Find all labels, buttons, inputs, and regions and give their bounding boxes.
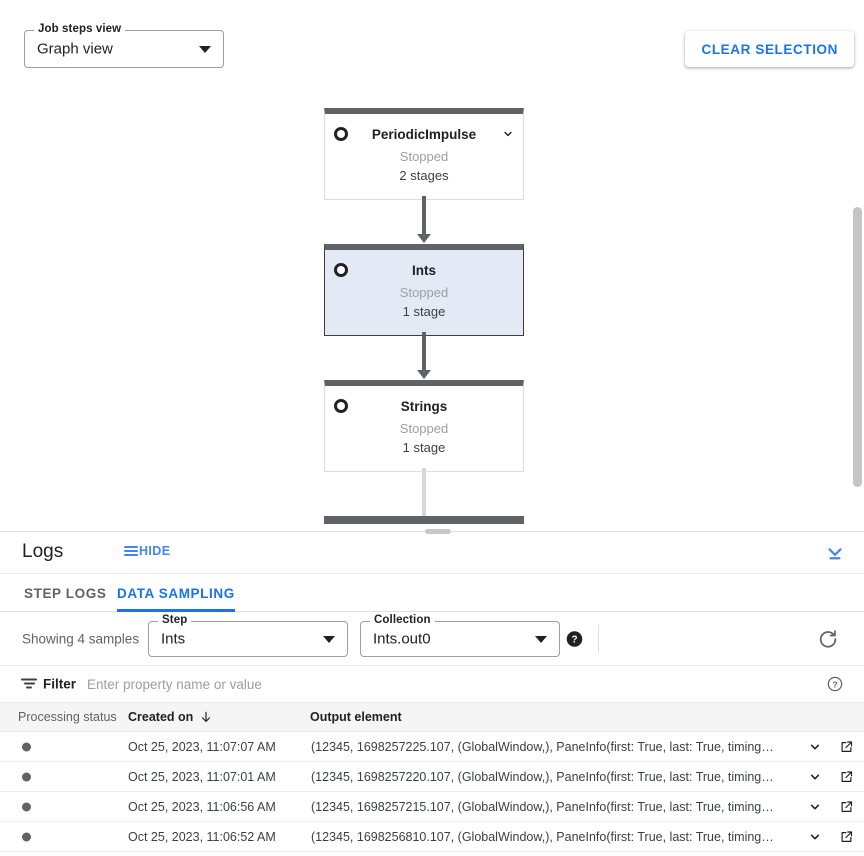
- graph-edge-3: [422, 468, 426, 516]
- table-row[interactable]: Oct 25, 2023, 11:06:52 AM (12345, 169825…: [0, 822, 864, 852]
- refresh-icon[interactable]: [817, 628, 839, 650]
- chevron-down-icon[interactable]: [807, 829, 823, 845]
- cell-created-on: Oct 25, 2023, 11:06:56 AM: [128, 800, 276, 814]
- open-in-new-icon[interactable]: [839, 799, 854, 814]
- arrow-down-icon: [199, 710, 213, 724]
- cell-output-element: (12345, 1698257220.107, (GlobalWindow,),…: [311, 770, 774, 784]
- logs-panel: Logs HIDE STEP LOGS DATA SAMPLING Showin…: [0, 532, 864, 856]
- job-steps-view-select[interactable]: Job steps view Graph view: [24, 30, 224, 68]
- open-in-new-icon[interactable]: [839, 769, 854, 784]
- graph-node-periodicimpulse[interactable]: PeriodicImpulse Stopped 2 stages: [324, 108, 524, 200]
- filter-row: Filter ?: [0, 666, 864, 703]
- cell-created-on: Oct 25, 2023, 11:06:52 AM: [128, 830, 276, 844]
- collection-select-value: Ints.out0: [373, 631, 431, 648]
- stop-circle-icon: [334, 263, 348, 277]
- chevron-down-icon[interactable]: [807, 799, 823, 815]
- logs-tabs: STEP LOGS DATA SAMPLING: [0, 574, 864, 612]
- samples-table-body: Oct 25, 2023, 11:07:07 AM (12345, 169825…: [0, 732, 864, 852]
- controls-separator: [598, 625, 599, 653]
- help-icon[interactable]: ?: [566, 630, 583, 647]
- status-dot: [22, 832, 31, 841]
- open-in-new-icon[interactable]: [839, 739, 854, 754]
- graph-vertical-scrollbar[interactable]: [853, 207, 862, 487]
- chevron-down-icon[interactable]: [501, 127, 515, 141]
- showing-samples-text: Showing 4 samples: [22, 631, 139, 646]
- sampling-controls: Showing 4 samples Step Ints Collection I…: [0, 612, 864, 666]
- cell-created-on: Oct 25, 2023, 11:07:01 AM: [128, 770, 276, 784]
- cell-created-on: Oct 25, 2023, 11:07:07 AM: [128, 740, 276, 754]
- step-select-value: Ints: [161, 631, 185, 648]
- list-icon: [124, 545, 138, 557]
- filter-label: Filter: [43, 677, 76, 692]
- node-header: Strings: [325, 392, 523, 420]
- node-status: Stopped: [325, 148, 523, 167]
- cell-output-element: (12345, 1698257215.107, (GlobalWindow,),…: [311, 800, 774, 814]
- tab-data-sampling[interactable]: DATA SAMPLING: [117, 574, 235, 612]
- svg-text:?: ?: [832, 679, 837, 689]
- job-steps-view-label: Job steps view: [34, 23, 125, 36]
- hide-logs-label: HIDE: [139, 544, 170, 558]
- graph-canvas[interactable]: PeriodicImpulse Stopped 2 stages Ints St…: [0, 92, 864, 532]
- graph-node-strings[interactable]: Strings Stopped 1 stage: [324, 380, 524, 472]
- status-dot: [22, 772, 31, 781]
- node-status: Stopped: [325, 284, 523, 303]
- graph-toolbar: Job steps view Graph view CLEAR SELECTIO…: [0, 0, 864, 92]
- clear-selection-button[interactable]: CLEAR SELECTION: [685, 31, 854, 67]
- node-header: PeriodicImpulse: [325, 120, 523, 148]
- filter-input[interactable]: [87, 666, 787, 703]
- node-stages: 2 stages: [325, 167, 523, 199]
- chevron-down-icon[interactable]: [807, 769, 823, 785]
- graph-edge-arrow-1: [417, 234, 431, 243]
- stop-circle-icon: [334, 399, 348, 413]
- graph-node-partial-top-bar[interactable]: [324, 516, 524, 524]
- chevron-down-icon[interactable]: [807, 739, 823, 755]
- job-steps-view-value: Graph view: [37, 41, 113, 58]
- collection-select[interactable]: Collection Ints.out0: [360, 621, 560, 657]
- collapse-down-icon[interactable]: [822, 540, 848, 566]
- collection-select-label: Collection: [370, 614, 435, 627]
- filter-icon: [21, 678, 37, 691]
- cell-output-element: (12345, 1698257225.107, (GlobalWindow,),…: [311, 740, 774, 754]
- graph-node-ints[interactable]: Ints Stopped 1 stage: [324, 244, 524, 336]
- column-header-created-on[interactable]: Created on: [128, 710, 213, 724]
- stop-circle-icon: [334, 127, 348, 141]
- column-header-created-on-label: Created on: [128, 710, 193, 724]
- node-stages: 1 stage: [325, 439, 523, 471]
- status-dot: [22, 742, 31, 751]
- table-row[interactable]: Oct 25, 2023, 11:07:01 AM (12345, 169825…: [0, 762, 864, 792]
- logs-title: Logs: [22, 541, 63, 563]
- step-select[interactable]: Step Ints: [148, 621, 348, 657]
- node-stages: 1 stage: [325, 303, 523, 335]
- svg-text:?: ?: [571, 634, 577, 645]
- table-row[interactable]: Oct 25, 2023, 11:06:56 AM (12345, 169825…: [0, 792, 864, 822]
- hide-logs-button[interactable]: HIDE: [124, 544, 170, 558]
- step-select-label: Step: [158, 614, 191, 627]
- graph-edge-1: [422, 196, 426, 238]
- logs-header: Logs HIDE: [0, 532, 864, 574]
- job-graph-pane: Job steps view Graph view CLEAR SELECTIO…: [0, 0, 864, 532]
- status-dot: [22, 802, 31, 811]
- node-title: Strings: [401, 399, 448, 414]
- graph-edge-arrow-2: [417, 370, 431, 379]
- node-title: PeriodicImpulse: [372, 127, 476, 142]
- node-title: Ints: [412, 263, 436, 278]
- graph-edge-2: [422, 332, 426, 374]
- chevron-down-icon: [199, 46, 211, 53]
- chevron-down-icon: [323, 636, 335, 643]
- chevron-down-icon: [535, 636, 547, 643]
- samples-table-header: Processing status Created on Output elem…: [0, 703, 864, 732]
- column-header-processing-status[interactable]: Processing status: [18, 710, 117, 724]
- help-outline-icon[interactable]: ?: [827, 676, 843, 692]
- column-header-output-element[interactable]: Output element: [310, 710, 402, 724]
- table-row[interactable]: Oct 25, 2023, 11:07:07 AM (12345, 169825…: [0, 732, 864, 762]
- node-status: Stopped: [325, 420, 523, 439]
- pane-resize-handle[interactable]: [425, 529, 451, 534]
- tab-step-logs[interactable]: STEP LOGS: [24, 574, 106, 612]
- cell-output-element: (12345, 1698256810.107, (GlobalWindow,),…: [311, 830, 774, 844]
- open-in-new-icon[interactable]: [839, 829, 854, 844]
- node-header: Ints: [325, 256, 523, 284]
- dataflow-job-page: Job steps view Graph view CLEAR SELECTIO…: [0, 0, 864, 856]
